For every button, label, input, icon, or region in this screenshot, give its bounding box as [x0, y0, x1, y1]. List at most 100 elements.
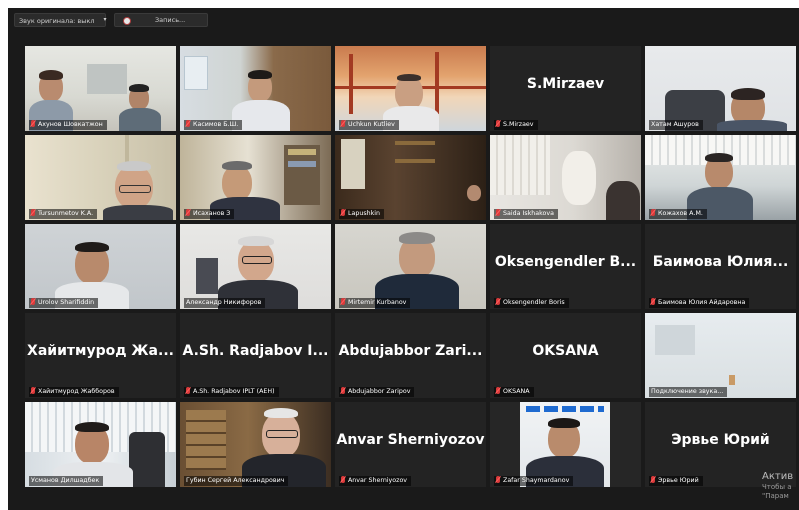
participant-tile[interactable]: Tursunmetov K.A.: [25, 135, 176, 220]
watermark-text: "Парам: [762, 492, 789, 500]
mic-muted-icon: [31, 120, 35, 127]
participant-name: Oksengendler Boris: [494, 298, 569, 308]
mic-muted-icon: [341, 120, 345, 127]
participant-tile[interactable]: Исаханов З: [180, 135, 331, 220]
participant-name: Ахунов Шовкатжон: [29, 120, 107, 130]
watermark-text: Чтобы а: [762, 483, 792, 491]
participant-video: [25, 135, 176, 220]
mic-muted-icon: [341, 209, 345, 216]
participant-tile[interactable]: Urolov Sharifiddin: [25, 224, 176, 309]
participant-video: [335, 46, 486, 131]
participant-tile[interactable]: Хайитмурод Жа... Хайитмурод Жабборов: [25, 313, 176, 398]
participant-tile[interactable]: Касимов Б.Ш.: [180, 46, 331, 131]
participant-name: Tursunmetov K.A.: [29, 209, 98, 219]
participant-video: [25, 46, 176, 131]
participant-video: [645, 313, 796, 398]
mic-muted-icon: [496, 387, 500, 394]
mic-muted-icon: [341, 298, 345, 305]
participant-display-name: Эрвье Юрий: [671, 432, 770, 448]
participant-name: Александр Никифоров: [184, 298, 266, 308]
participant-tile[interactable]: OKSANA OKSANA: [490, 313, 641, 398]
mic-muted-icon: [31, 387, 35, 394]
participant-tile[interactable]: Abdujabbor Zari... Abdujabbor Zaripov: [335, 313, 486, 398]
participant-tile[interactable]: Кожахов А.М.: [645, 135, 796, 220]
mic-muted-icon: [651, 298, 655, 305]
participant-video: [25, 224, 176, 309]
participant-video: [490, 135, 641, 220]
participant-tile[interactable]: Баимова Юлия... Баимова Юлия Айдаровна: [645, 224, 796, 309]
mic-muted-icon: [496, 209, 500, 216]
participant-video: [180, 46, 331, 131]
participant-tile[interactable]: Александр Никифоров: [180, 224, 331, 309]
mic-muted-icon: [651, 476, 655, 483]
participant-name: Uchkun Kutliev: [339, 120, 399, 130]
mic-muted-icon: [186, 387, 190, 394]
participant-display-name: S.Mirzaev: [526, 76, 605, 92]
participant-name: Исаханов З: [184, 209, 235, 219]
participant-name: Lapushkin: [339, 209, 385, 219]
participant-display-name: Anvar Sherniyozov: [336, 432, 485, 448]
participant-display-name: A.Sh. Radjabov I...: [182, 343, 329, 359]
participant-display-name: Abdujabbor Zari...: [338, 343, 483, 359]
participant-name: Zafar Shaymardanov: [494, 476, 574, 486]
mic-muted-icon: [341, 387, 345, 394]
participant-name: Anvar Sherniyozov: [339, 476, 412, 486]
participant-name: Эрвье Юрий: [649, 476, 703, 486]
original-sound-button[interactable]: Звук оригинала: выкл: [14, 13, 106, 27]
participant-video: [645, 135, 796, 220]
chevron-down-icon[interactable]: ▾: [100, 13, 110, 27]
participant-name: OKSANA: [494, 387, 534, 397]
participant-video: [490, 402, 641, 487]
participant-name: Urolov Sharifiddin: [29, 298, 99, 308]
participant-name: Кожахов А.М.: [649, 209, 707, 219]
participant-tile[interactable]: Ахунов Шовкатжон: [25, 46, 176, 131]
participant-tile[interactable]: S.Mirzaev S.Mirzaev: [490, 46, 641, 131]
participant-display-name: Хайитмурод Жа...: [27, 343, 174, 359]
watermark-title: Актив: [762, 471, 794, 482]
participant-name: Касимов Б.Ш.: [184, 120, 243, 130]
participant-video: [645, 46, 796, 131]
participant-tile[interactable]: Lapushkin: [335, 135, 486, 220]
windows-activation-watermark: Актив Чтобы а "Парам: [762, 470, 793, 501]
participant-name: Усманов Дилшадбек: [29, 476, 104, 486]
participant-name: Abdujabbor Zaripov: [339, 387, 415, 397]
participant-name: Хатам Ашуров: [649, 120, 703, 130]
participant-tile[interactable]: Подключение звука...: [645, 313, 796, 398]
mic-muted-icon: [496, 120, 500, 127]
mic-muted-icon: [496, 298, 500, 305]
participant-name: Подключение звука...: [649, 387, 728, 397]
participant-tile[interactable]: Zafar Shaymardanov: [490, 402, 641, 487]
participant-tile[interactable]: Anvar Sherniyozov Anvar Sherniyozov: [335, 402, 486, 487]
participant-video: [180, 224, 331, 309]
meeting-toolbar: Звук оригинала: выкл ▾ Запись...: [8, 8, 799, 32]
participant-tile[interactable]: Oksengendler B... Oksengendler Boris: [490, 224, 641, 309]
participant-name: Хайитмурод Жабборов: [29, 387, 119, 397]
mic-muted-icon: [341, 476, 345, 483]
recording-label: Запись...: [155, 16, 186, 24]
participant-video: [180, 402, 331, 487]
mic-muted-icon: [496, 476, 500, 483]
participant-name: Губин Сергей Александрович: [184, 476, 289, 486]
participant-tile[interactable]: Mirtemir Kurbanov: [335, 224, 486, 309]
participant-video: [335, 135, 486, 220]
participant-tile[interactable]: Uchkun Kutliev: [335, 46, 486, 131]
participant-name: Saida Iskhakova: [494, 209, 558, 219]
mic-muted-icon: [186, 209, 190, 216]
mic-muted-icon: [31, 298, 35, 305]
mic-muted-icon: [31, 209, 35, 216]
participant-name: S.Mirzaev: [494, 120, 538, 130]
participant-tile[interactable]: A.Sh. Radjabov I... A.Sh. Radjabov IPLT …: [180, 313, 331, 398]
participant-video: [335, 224, 486, 309]
participant-tile-active-speaker[interactable]: Губин Сергей Александрович: [180, 402, 331, 487]
recording-indicator[interactable]: Запись...: [114, 13, 208, 27]
participant-name: Баимова Юлия Айдаровна: [649, 298, 750, 308]
mic-muted-icon: [651, 209, 655, 216]
participant-name: A.Sh. Radjabov IPLT (AEH): [184, 387, 279, 397]
participant-tile[interactable]: Усманов Дилшадбек: [25, 402, 176, 487]
mic-muted-icon: [186, 120, 190, 127]
participant-tile[interactable]: Хатам Ашуров: [645, 46, 796, 131]
participant-video: [180, 135, 331, 220]
participant-tile[interactable]: Saida Iskhakova: [490, 135, 641, 220]
participant-display-name: Баимова Юлия...: [652, 254, 789, 270]
gallery-grid: Ахунов Шовкатжон Касимов Б.Ш. Uchkun Kut…: [25, 46, 799, 500]
